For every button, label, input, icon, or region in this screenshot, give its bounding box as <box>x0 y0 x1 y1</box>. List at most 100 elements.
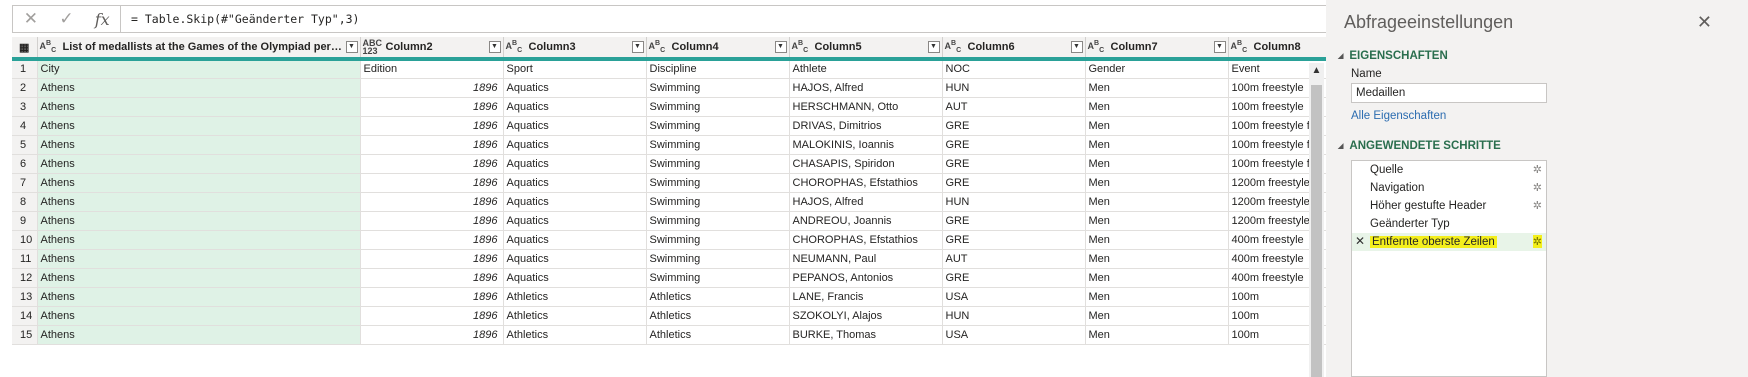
table-cell[interactable]: Aquatics <box>503 135 647 155</box>
table-row[interactable]: 12 Athens 1896 Aquatics Swimming PEPANOS, Ant… <box>12 268 1478 288</box>
filter-dropdown-icon[interactable]: ▼ <box>927 41 940 53</box>
table-row[interactable]: 13 Athens 1896 Athletics Athletics LANE, Fran… <box>12 287 1478 307</box>
text-type-icon[interactable]: ABC <box>1088 40 1106 55</box>
table-cell[interactable]: Men <box>1085 192 1229 212</box>
gear-icon[interactable]: ✲ <box>1533 163 1542 176</box>
applied-step[interactable]: Navigation ✲ <box>1352 179 1546 197</box>
column-header[interactable]: ABC 123 Column2 ▼ <box>360 37 504 61</box>
table-cell[interactable]: Aquatics <box>503 78 647 98</box>
table-cell[interactable]: Athens <box>37 230 361 250</box>
table-cell[interactable]: Discipline <box>646 59 790 79</box>
all-properties-link[interactable]: Alle Eigenschaften <box>1351 110 1446 122</box>
table-cell[interactable]: GRE <box>942 135 1086 155</box>
column-header[interactable]: ABC Column3 ▼ <box>503 37 647 61</box>
row-number[interactable]: 15 <box>12 325 38 345</box>
table-cell[interactable]: Athens <box>37 249 361 269</box>
column-header[interactable]: ABC Column6 ▼ <box>942 37 1086 61</box>
table-cell[interactable]: Aquatics <box>503 154 647 174</box>
table-cell[interactable]: Athens <box>37 325 361 345</box>
table-row[interactable]: 15 Athens 1896 Athletics Athletics BURKE, Tho… <box>12 325 1478 345</box>
table-cell[interactable]: HERSCHMANN, Otto <box>789 97 943 117</box>
name-field[interactable] <box>1351 83 1547 103</box>
table-cell[interactable]: 1896 <box>360 116 504 136</box>
table-cell[interactable]: CHOROPHAS, Efstathios <box>789 230 943 250</box>
filter-dropdown-icon[interactable]: ▼ <box>488 41 501 53</box>
row-number[interactable]: 10 <box>12 230 38 250</box>
table-cell[interactable]: 1896 <box>360 249 504 269</box>
table-row[interactable]: 11 Athens 1896 Aquatics Swimming NEUMANN, Pau… <box>12 249 1478 269</box>
table-cell[interactable]: CHASAPIS, Spiridon <box>789 154 943 174</box>
table-cell[interactable]: 1896 <box>360 287 504 307</box>
table-row[interactable]: 7 Athens 1896 Aquatics Swimming CHOROPHAS, Ef… <box>12 173 1478 193</box>
filter-dropdown-icon[interactable]: ▼ <box>774 41 787 53</box>
table-cell[interactable]: 1896 <box>360 173 504 193</box>
row-number[interactable]: 12 <box>12 268 38 288</box>
table-cell[interactable]: USA <box>942 325 1086 345</box>
table-cell[interactable]: 1896 <box>360 154 504 174</box>
text-type-icon[interactable]: ABC <box>792 40 810 55</box>
table-cell[interactable]: Athlete <box>789 59 943 79</box>
table-cell[interactable]: Aquatics <box>503 192 647 212</box>
table-cell[interactable]: Aquatics <box>503 211 647 231</box>
table-cell[interactable]: CHOROPHAS, Efstathios <box>789 173 943 193</box>
table-cell[interactable]: Men <box>1085 135 1229 155</box>
text-type-icon[interactable]: ABC <box>945 40 963 55</box>
applied-step[interactable]: Höher gestufte Header ✲ <box>1352 197 1546 215</box>
gear-icon[interactable]: ✲ <box>1533 181 1542 194</box>
row-number[interactable]: 11 <box>12 249 38 269</box>
table-cell[interactable]: 1896 <box>360 135 504 155</box>
table-cell[interactable]: ANDREOU, Joannis <box>789 211 943 231</box>
table-cell[interactable]: Swimming <box>646 249 790 269</box>
scroll-thumb[interactable] <box>1311 85 1322 377</box>
table-cell[interactable]: GRE <box>942 211 1086 231</box>
table-cell[interactable]: Men <box>1085 173 1229 193</box>
table-cell[interactable]: Athens <box>37 97 361 117</box>
table-cell[interactable]: Men <box>1085 287 1229 307</box>
table-cell[interactable]: 1896 <box>360 268 504 288</box>
table-cell[interactable]: AUT <box>942 249 1086 269</box>
table-cell[interactable]: HAJOS, Alfred <box>789 78 943 98</box>
commit-icon[interactable]: ✓ <box>49 9 85 29</box>
table-cell[interactable]: Swimming <box>646 78 790 98</box>
table-menu-icon[interactable]: ▦ <box>12 37 38 61</box>
table-cell[interactable]: 1896 <box>360 230 504 250</box>
table-cell[interactable]: GRE <box>942 154 1086 174</box>
row-number[interactable]: 5 <box>12 135 38 155</box>
table-cell[interactable]: GRE <box>942 173 1086 193</box>
table-cell[interactable]: Sport <box>503 59 647 79</box>
row-number[interactable]: 7 <box>12 173 38 193</box>
table-cell[interactable]: Athens <box>37 192 361 212</box>
table-cell[interactable]: 1896 <box>360 78 504 98</box>
table-cell[interactable]: PEPANOS, Antonios <box>789 268 943 288</box>
table-cell[interactable]: Swimming <box>646 211 790 231</box>
text-type-icon[interactable]: ABC <box>1231 40 1249 55</box>
vertical-scrollbar[interactable]: ▲ <box>1309 63 1324 377</box>
gear-icon[interactable]: ✲ <box>1532 235 1542 248</box>
table-cell[interactable]: Men <box>1085 78 1229 98</box>
table-cell[interactable]: Swimming <box>646 135 790 155</box>
column-header[interactable]: ABC List of medallists at the Games of th… <box>37 37 361 61</box>
filter-dropdown-icon[interactable]: ▼ <box>631 41 644 53</box>
table-row[interactable]: 1 City Edition Sport Discipline Athlete NOC Gen… <box>12 59 1478 79</box>
table-cell[interactable]: HUN <box>942 192 1086 212</box>
column-header[interactable]: ABC Column4 ▼ <box>646 37 790 61</box>
text-type-icon[interactable]: ABC <box>649 40 667 55</box>
table-cell[interactable]: 1896 <box>360 325 504 345</box>
table-cell[interactable]: MALOKINIS, Ioannis <box>789 135 943 155</box>
table-cell[interactable]: Men <box>1085 306 1229 326</box>
table-cell[interactable]: City <box>37 59 361 79</box>
table-row[interactable]: 5 Athens 1896 Aquatics Swimming MALOKINIS, Io… <box>12 135 1478 155</box>
table-row[interactable]: 2 Athens 1896 Aquatics Swimming HAJOS, Alfred… <box>12 78 1478 98</box>
table-cell[interactable]: HUN <box>942 78 1086 98</box>
table-cell[interactable]: Athens <box>37 268 361 288</box>
table-cell[interactable]: Aquatics <box>503 173 647 193</box>
table-cell[interactable]: Swimming <box>646 97 790 117</box>
table-cell[interactable]: Men <box>1085 230 1229 250</box>
table-cell[interactable]: Athens <box>37 287 361 307</box>
scroll-up-icon[interactable]: ▲ <box>1309 63 1324 79</box>
table-cell[interactable]: Aquatics <box>503 268 647 288</box>
table-cell[interactable]: 1896 <box>360 192 504 212</box>
row-number[interactable]: 6 <box>12 154 38 174</box>
table-cell[interactable]: Athens <box>37 154 361 174</box>
table-cell[interactable]: Men <box>1085 154 1229 174</box>
